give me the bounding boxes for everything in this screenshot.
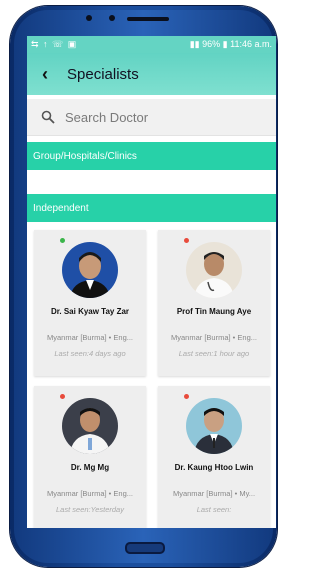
camera-dot bbox=[86, 15, 92, 21]
doctor-card[interactable]: Dr. Sai Kyaw Tay Zar Myanmar [Burma] • E… bbox=[34, 230, 146, 376]
last-seen: Last seen:1 hour ago bbox=[178, 349, 250, 358]
clock: 11:46 a.m. bbox=[230, 39, 272, 49]
doctor-name: Prof Tin Maung Aye bbox=[176, 307, 252, 316]
doctor-languages: Myanmar [Burma] • Eng... bbox=[47, 333, 133, 342]
doctor-name: Dr. Sai Kyaw Tay Zar bbox=[50, 307, 130, 316]
search-input[interactable] bbox=[65, 109, 235, 125]
doctor-avatar bbox=[62, 242, 118, 298]
section-independent[interactable]: Independent bbox=[27, 194, 276, 222]
app-bar: ‹ Specialists bbox=[27, 53, 276, 95]
search-icon bbox=[41, 110, 55, 124]
doctor-card[interactable]: Dr. Mg Mg Myanmar [Burma] • Eng... Last … bbox=[34, 386, 146, 528]
doctor-name: Dr. Kaung Htoo Lwin bbox=[174, 463, 254, 472]
doctor-name: Dr. Mg Mg bbox=[70, 463, 110, 472]
doctor-avatar bbox=[186, 242, 242, 298]
page-title: Specialists bbox=[67, 65, 139, 83]
sensor-dot bbox=[109, 15, 115, 21]
doctor-card[interactable]: Prof Tin Maung Aye Myanmar [Burma] • Eng… bbox=[158, 230, 270, 376]
offline-status-dot bbox=[184, 394, 189, 399]
offline-status-dot bbox=[184, 238, 189, 243]
earpiece bbox=[127, 17, 169, 21]
signal-icon: ▮▮ bbox=[189, 39, 200, 49]
doctor-languages: Myanmar [Burma] • Eng... bbox=[171, 333, 257, 342]
section-group-hospitals-clinics[interactable]: Group/Hospitals/Clinics bbox=[27, 142, 276, 170]
back-arrow-icon[interactable]: ‹ bbox=[27, 64, 63, 85]
offline-status-dot bbox=[60, 394, 65, 399]
app-screen: ⇆ ↑ ☏ ▣ ▮▮ 96% ▮ 11:46 a.m. ‹ Specialist… bbox=[27, 36, 276, 528]
doctor-grid: Dr. Sai Kyaw Tay Zar Myanmar [Burma] • E… bbox=[27, 222, 276, 528]
search-bar[interactable] bbox=[27, 99, 276, 136]
battery-level: 96% bbox=[202, 39, 221, 49]
doctor-avatar bbox=[186, 398, 242, 454]
home-button[interactable] bbox=[125, 542, 165, 554]
doctor-languages: Myanmar [Burma] • Eng... bbox=[47, 489, 133, 498]
status-right: ▮▮ 96% ▮ 11:46 a.m. bbox=[190, 39, 272, 50]
doctor-card[interactable]: Dr. Kaung Htoo Lwin Myanmar [Burma] • My… bbox=[158, 386, 270, 528]
status-bar: ⇆ ↑ ☏ ▣ ▮▮ 96% ▮ 11:46 a.m. bbox=[27, 36, 276, 53]
last-seen: Last seen:4 days ago bbox=[54, 349, 126, 358]
battery-icon: ▮ bbox=[222, 39, 228, 49]
last-seen: Last seen: bbox=[196, 505, 232, 514]
doctor-avatar bbox=[62, 398, 118, 454]
status-icons: ⇆ ↑ ☏ ▣ bbox=[31, 39, 78, 49]
doctor-languages: Myanmar [Burma] • My... bbox=[172, 489, 256, 498]
online-status-dot bbox=[60, 238, 65, 243]
last-seen: Last seen:Yesterday bbox=[56, 505, 124, 514]
